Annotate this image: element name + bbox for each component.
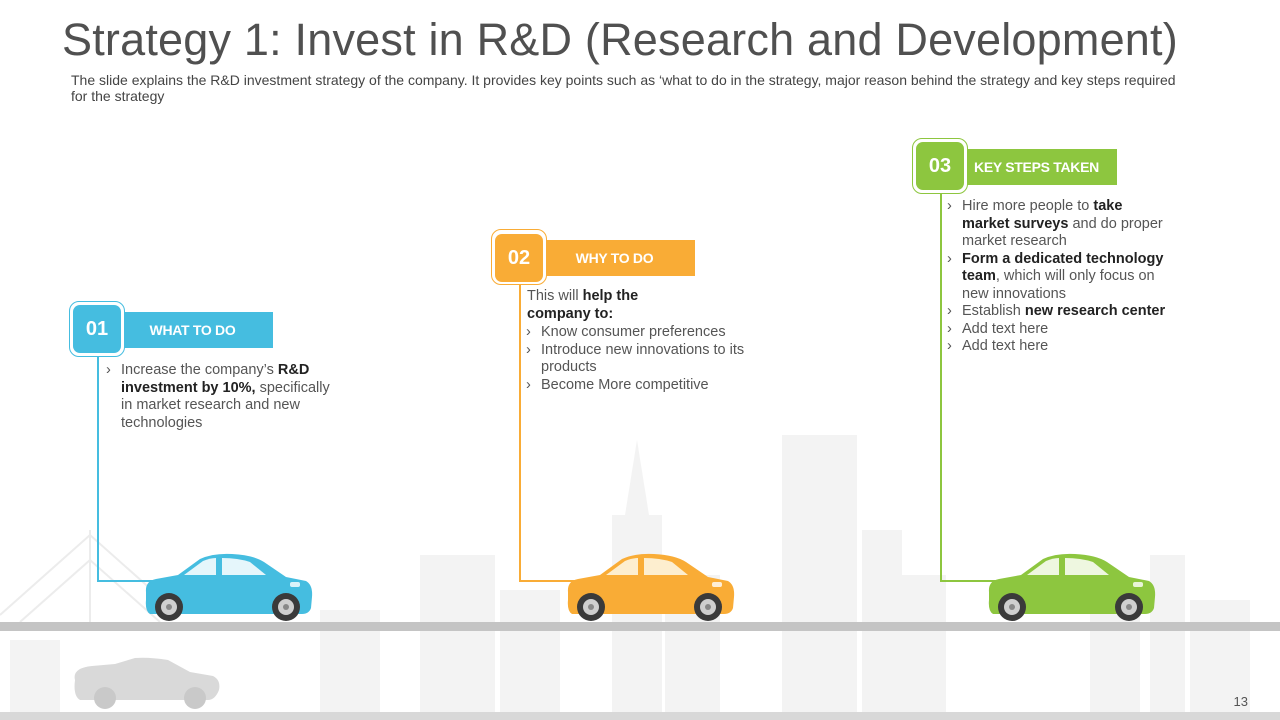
- step-01-heading: WHAT TO DO: [112, 312, 273, 348]
- list-item: Hire more people to take market surveys …: [947, 198, 1172, 251]
- list-item: Establish new research center: [947, 303, 1172, 321]
- list-item: Form a dedicated technology team, which …: [947, 251, 1172, 304]
- step-01-list: Increase the company’s R&D investment by…: [106, 362, 341, 432]
- step-02-heading: WHY TO DO: [534, 240, 695, 276]
- page-number: 13: [1233, 694, 1248, 709]
- step-02-number-badge: 02: [495, 234, 543, 282]
- connector-line-vertical: [940, 191, 942, 581]
- step-02-list: Know consumer preferences Introduce new …: [526, 324, 751, 394]
- connector-line-vertical: [97, 350, 99, 581]
- blue-car-icon: [145, 553, 313, 621]
- list-item: Become More competitive: [526, 377, 751, 395]
- list-item: Know consumer preferences: [526, 324, 751, 342]
- list-item: Add text here: [947, 321, 1172, 339]
- connector-line-vertical: [519, 282, 521, 581]
- slide-title: Strategy 1: Invest in R&D (Research and …: [62, 14, 1178, 65]
- step-03-heading: KEY STEPS TAKEN: [956, 149, 1117, 185]
- green-car-icon: [988, 553, 1156, 621]
- step-02-intro: This will help the company to:: [527, 288, 639, 322]
- road-bottom-strip: [0, 712, 1280, 720]
- step-01-number-badge: 01: [73, 305, 121, 353]
- slide-subtitle: The slide explains the R&D investment st…: [71, 72, 1176, 104]
- step-03-number-badge: 03: [916, 142, 964, 190]
- list-item: Increase the company’s R&D investment by…: [106, 362, 341, 432]
- list-item: Add text here: [947, 338, 1172, 356]
- step-03-list: Hire more people to take market surveys …: [947, 198, 1172, 356]
- list-item: Introduce new innovations to its product…: [526, 342, 751, 377]
- orange-car-icon: [567, 553, 735, 621]
